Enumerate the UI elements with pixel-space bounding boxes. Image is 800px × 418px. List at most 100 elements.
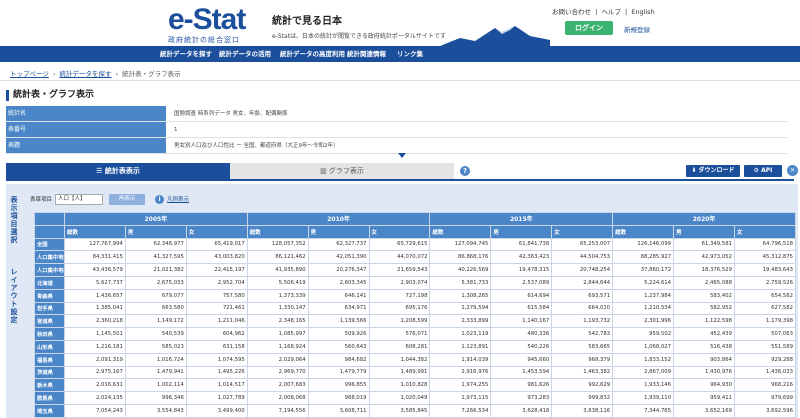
- population-cell: 551,589: [733, 339, 797, 354]
- population-cell: 507,063: [733, 327, 797, 341]
- population-cell: 22,415,197: [185, 263, 248, 277]
- breadcrumb-home[interactable]: トップページ: [10, 70, 49, 78]
- nav-links[interactable]: リンク集: [397, 46, 423, 62]
- tab-underline: [6, 179, 794, 181]
- population-cell: 1,308,265: [429, 288, 492, 303]
- population-cell: 86,121,462: [246, 250, 309, 265]
- population-cell: 5,224,614: [612, 275, 675, 290]
- side-tab-item-select[interactable]: 表示項目選択: [7, 196, 19, 244]
- population-cell: 1,074,595: [185, 352, 248, 367]
- help-icon[interactable]: ?: [460, 166, 470, 176]
- population-cell: 560,643: [307, 339, 370, 354]
- population-cell: 62,327,737: [307, 237, 370, 252]
- main-nav: 統計データを探す 統計データの活用 統計データの高度利用 統計関連情報 リンク集: [0, 46, 800, 62]
- sex-header: 女: [733, 224, 797, 239]
- population-cell: 7,344,765: [612, 403, 675, 418]
- population-cell: 65,253,007: [551, 237, 614, 252]
- population-cell: 721,461: [185, 301, 248, 316]
- population-cell: 2,008,068: [246, 391, 309, 405]
- population-cell: 1,453,594: [490, 365, 553, 380]
- population-cell: 61,841,738: [490, 237, 553, 252]
- bar-chart-icon: ▥: [320, 167, 329, 175]
- population-cell: 2,916,976: [429, 365, 492, 380]
- population-cell: 21,659,543: [368, 263, 431, 277]
- population-cell: 540,226: [490, 339, 553, 354]
- population-cell: 2,029,064: [246, 352, 309, 367]
- population-cell: 968,216: [733, 378, 797, 393]
- region-name: 秋田県: [34, 327, 65, 341]
- nav-related-info[interactable]: 統計関連情報: [347, 46, 386, 62]
- table-row: 宮城県 2,360,218 1,149,172 1,211,046 2,348,165 1…: [34, 314, 797, 329]
- population-cell: 2,016,631: [64, 378, 126, 393]
- population-cell: 20,276,347: [307, 263, 370, 277]
- table-row: 人口集中地区以外の地区43,436,57921,021,38222,415,19…: [34, 263, 797, 277]
- item-label: 表章項目: [30, 197, 53, 203]
- item-select[interactable]: 人口【人】: [55, 193, 104, 205]
- table-row: 人口集中地区84,331,41541,327,59543,003,82086,1…: [34, 250, 797, 265]
- tab-table-view[interactable]: ☰ 統計表表示: [6, 163, 230, 179]
- register-link[interactable]: 新規登録: [624, 24, 650, 34]
- table-row: 山形県 1,216,181 585,023 631,158 1,168,924 560,6…: [34, 339, 797, 354]
- help-link[interactable]: ヘルプ: [601, 8, 621, 16]
- english-link[interactable]: English: [631, 8, 654, 16]
- legend-link[interactable]: 凡例表示: [167, 195, 189, 203]
- tab-graph-view[interactable]: ▥ グラフ表示: [230, 163, 454, 179]
- nav-advanced-use[interactable]: 統計データの高度利用: [280, 46, 345, 62]
- login-button[interactable]: ログイン: [565, 21, 613, 35]
- population-cell: 2,952,704: [185, 275, 248, 290]
- expand-chevron-icon[interactable]: [398, 153, 406, 158]
- population-cell: 2,301,996: [612, 314, 675, 329]
- side-tab-layout[interactable]: レイアウト設定: [7, 268, 19, 324]
- population-cell: 2,091,319: [64, 352, 126, 367]
- population-cell: 1,436,033: [733, 365, 797, 380]
- population-cell: 2,333,899: [429, 314, 492, 329]
- population-cell: 1,373,339: [246, 288, 309, 303]
- population-cell: 2,759,526: [733, 275, 797, 290]
- population-cell: 452,439: [673, 327, 735, 341]
- breadcrumb-search[interactable]: 統計データを探す: [59, 70, 111, 78]
- population-cell: 3,628,418: [490, 403, 553, 418]
- contact-link[interactable]: お問い合わせ: [552, 8, 591, 16]
- info-label: 表題: [6, 138, 166, 153]
- population-cell: 1,495,226: [185, 365, 248, 380]
- population-cell: 2,969,770: [246, 365, 309, 380]
- nav-search-data[interactable]: 統計データを探す: [160, 46, 212, 62]
- population-cell: 43,003,820: [185, 250, 248, 265]
- population-cell: 1,122,598: [673, 314, 735, 329]
- info-value: 国勢調査 時系列データ 男女、年齢、配偶関係: [174, 111, 288, 117]
- sex-header-row: 総数男女総数男女総数男女総数男女: [34, 224, 797, 239]
- population-cell: 757,580: [185, 288, 248, 303]
- population-cell: 1,973,115: [429, 391, 492, 405]
- population-cell: 583,665: [551, 339, 614, 354]
- population-cell: 2,844,644: [551, 275, 614, 290]
- info-value: 男女別人口及び人口性比 ー 全国、都道府県（大正9年～令和2年）: [174, 143, 339, 149]
- download-button[interactable]: ⬇ ダウンロード: [686, 165, 740, 177]
- population-cell: 1,149,172: [124, 314, 187, 329]
- close-icon[interactable]: ×: [787, 165, 798, 176]
- estat-logo[interactable]: e-Stat 政府統計の総合窓口: [168, 5, 246, 45]
- sex-header: 女: [368, 224, 431, 239]
- population-cell: 996,346: [124, 391, 187, 405]
- region-name: 埼玉県: [34, 403, 65, 418]
- nav-use-data[interactable]: 統計データの活用: [219, 46, 271, 62]
- region-name: 宮城県: [34, 314, 65, 329]
- population-cell: 5,627,737: [64, 275, 126, 290]
- population-cell: 42,363,423: [490, 250, 553, 265]
- population-cell: 40,226,569: [429, 263, 492, 277]
- population-cell: 42,051,390: [307, 250, 370, 265]
- population-cell: 981,626: [490, 378, 553, 393]
- population-cell: 992,629: [551, 378, 614, 393]
- table-row: 秋田県 1,145,501 540,539 604,962 1,085,997 509,9…: [34, 327, 797, 341]
- population-cell: 3,692,596: [733, 403, 797, 418]
- population-cell: 21,021,382: [124, 263, 187, 277]
- api-button[interactable]: ⚙ API: [744, 165, 782, 177]
- population-cell: 2,675,033: [124, 275, 187, 290]
- population-cell: 979,699: [733, 391, 797, 405]
- population-cell: 2,537,089: [490, 275, 553, 290]
- population-cell: 1,211,046: [185, 314, 248, 329]
- population-cell: 2,024,135: [64, 391, 126, 405]
- redisplay-button[interactable]: 再表示: [109, 193, 146, 205]
- table-row: 栃木県 2,016,631 1,002,114 1,014,517 2,007,683 9…: [34, 378, 797, 393]
- logo-subtitle: 政府統計の総合窓口: [168, 36, 240, 44]
- region-name: 人口集中地区以外の地区: [34, 263, 65, 277]
